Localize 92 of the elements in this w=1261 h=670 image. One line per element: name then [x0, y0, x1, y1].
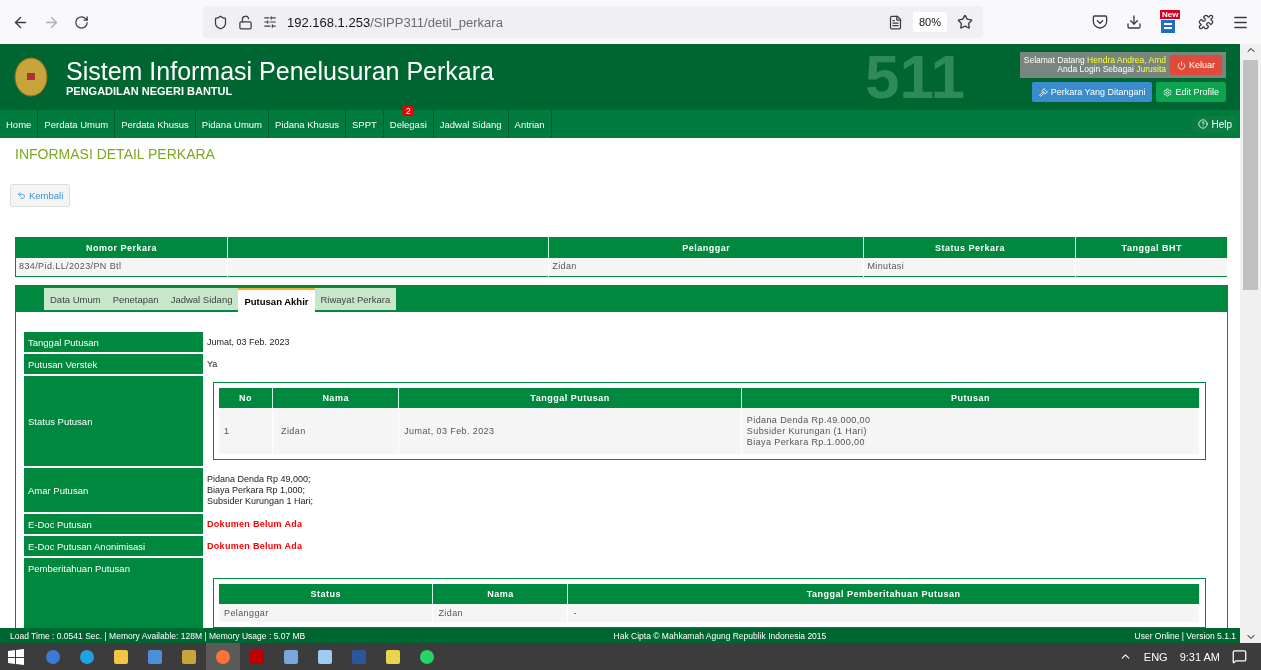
detail-label: E-Doc Putusan Anonimisasi [24, 536, 203, 556]
app-icon [420, 649, 434, 664]
missing-document-text: Dokumen Belum Ada [207, 541, 304, 551]
cases-button[interactable]: Perkara Yang Ditangani [1031, 82, 1153, 102]
footer-version: User Online | Version 5.1.1 [1134, 630, 1236, 641]
detail-label: Status Putusan [24, 376, 203, 466]
permissions-icon[interactable] [263, 15, 277, 29]
zoom-level[interactable]: 80% [912, 12, 947, 32]
footer-copyright: Hak Cipta © Mahkamah Agung Republik Indonesia 2015 [613, 630, 827, 641]
help-icon [1198, 119, 1209, 129]
detail-label: Tanggal Putusan [24, 332, 203, 352]
menu-item[interactable]: Pidana Umum [195, 110, 270, 138]
app-icon [46, 649, 60, 664]
page-title: INFORMASI DETAIL PERKARA [15, 146, 216, 162]
gavel-icon [1038, 87, 1048, 97]
menu-item[interactable]: Pidana Khusus [269, 110, 346, 138]
app-icon [386, 649, 400, 664]
clock[interactable]: 9:31 AM [1179, 650, 1220, 663]
column-header: Nomor Perkara [15, 237, 228, 258]
app-icon [352, 649, 366, 664]
app-icon [148, 649, 162, 664]
column-header: No [219, 388, 273, 408]
help-button[interactable]: Help [1192, 115, 1238, 133]
tab[interactable]: Jadwal Sidang [164, 288, 239, 310]
power-icon [1177, 60, 1186, 70]
menu-item[interactable]: Jadwal Sidang [433, 110, 509, 138]
detail-value: Pidana Denda Rp 49,000; Biaya Perkara Rp 1,000; Subsider Kurungan 1 Hari; [207, 473, 315, 507]
column-header: Tanggal Pemberitahuan Putusan [567, 584, 1200, 604]
missing-document-text: Dokumen Belum Ada [207, 519, 304, 529]
menu-item[interactable]: Perdata Umum [38, 110, 116, 138]
detail-label: Putusan Verstek [24, 354, 203, 374]
column-header: Status [219, 584, 433, 604]
notification-icon[interactable] [1232, 649, 1247, 664]
unlocked-icon[interactable] [238, 14, 253, 30]
table-cell: Zidan [432, 604, 568, 622]
menu-item[interactable]: Home [0, 110, 39, 138]
site-title: Sistem Informasi Penelusuran Perkara [66, 57, 494, 85]
app-icon [80, 649, 94, 664]
column-header: Putusan [741, 388, 1200, 408]
app-icon [216, 649, 230, 664]
tab[interactable]: Putusan Akhir [238, 288, 315, 312]
logout-button[interactable]: Keluar [1170, 55, 1222, 75]
detail-value: Ya [207, 358, 219, 370]
menu-item[interactable]: Perdata Khusus [115, 110, 196, 138]
reader-icon[interactable] [887, 14, 903, 30]
download-icon[interactable] [1126, 14, 1142, 30]
table-cell: Zidan [272, 408, 399, 454]
app-icon [318, 649, 332, 664]
welcome-text: Selamat Datang Hendra Andrea, Amd Anda Login Sebagai Jurusita [1023, 56, 1166, 74]
tab[interactable]: Penetapan [106, 288, 165, 310]
table-cell: - [567, 604, 1200, 622]
detail-label: Pemberitahuan Putusan [24, 558, 203, 628]
app-icon [114, 649, 128, 664]
column-header: Nama [432, 584, 568, 604]
scrollbar-thumb[interactable] [1243, 60, 1258, 290]
shield-icon[interactable] [213, 14, 228, 30]
app-icon [250, 649, 264, 664]
detail-label: Amar Putusan [24, 468, 203, 512]
column-header: Pelanggar [548, 237, 864, 258]
footer-stats: Load Time : 0.0541 Sec. | Memory Available: 128M | Memory Usage : 5.07 MB [10, 630, 306, 641]
table-cell: Jumat, 03 Feb. 2023 [398, 408, 742, 454]
pocket-icon[interactable] [1092, 14, 1108, 30]
language-indicator[interactable]: ENG [1143, 650, 1168, 663]
reload-icon[interactable] [74, 14, 89, 30]
count-badge: 2 [402, 106, 414, 116]
star-icon[interactable] [957, 14, 973, 30]
table-cell: 834/Pid.LL/2023/PN Btl [15, 257, 228, 277]
tab[interactable]: Data Umum [44, 288, 107, 310]
app-icon [284, 649, 298, 664]
emblem-logo [14, 57, 48, 97]
tab[interactable]: Riwayat Perkara [314, 288, 397, 310]
detail-label: E-Doc Putusan [24, 514, 203, 534]
table-cell: Pelanggar [219, 604, 433, 622]
menu-item[interactable]: Delegasi 2 [383, 110, 434, 138]
column-header: Nama [272, 388, 399, 408]
menu-item[interactable]: SPPT [345, 110, 384, 138]
edit-profile-button[interactable]: Edit Profile [1156, 82, 1226, 102]
column-header: Tanggal BHT [1075, 237, 1228, 258]
column-header: Status Perkara [863, 237, 1076, 258]
menu-item[interactable]: Antrian [508, 110, 552, 138]
column-header: Tanggal Putusan [398, 388, 742, 408]
table-cell: Pidana Denda Rp.49.000,00 Subsider Kurungan (1 Hari) Biaya Perkara Rp.1.000,00 [741, 408, 1200, 454]
app-icon [182, 649, 196, 664]
site-subtitle: PENGADILAN NEGERI BANTUL [66, 85, 234, 97]
extensions-icon[interactable] [1198, 14, 1214, 30]
reply-arrow-icon [17, 191, 26, 200]
back-button[interactable]: Kembali [10, 184, 71, 207]
url-text[interactable]: 192.168.1.253/SIPP311/detil_perkara [287, 14, 878, 30]
detail-value: Jumat, 03 Feb. 2023 [207, 336, 291, 348]
table-cell: 1 [219, 408, 273, 454]
gear-icon [1163, 87, 1173, 97]
windows-logo-icon[interactable] [8, 648, 24, 665]
